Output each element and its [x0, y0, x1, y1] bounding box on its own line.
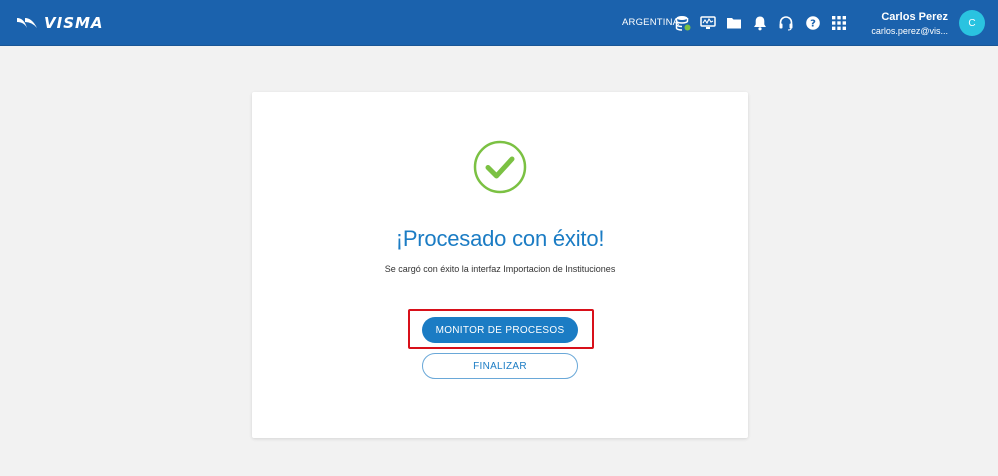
process-monitor-button[interactable]: MONITOR DE PROCESOS	[422, 317, 578, 343]
svg-text:?: ?	[810, 19, 816, 30]
visma-logo-icon	[17, 18, 37, 28]
visma-logo[interactable]: VISMA	[16, 13, 104, 33]
user-email: carlos.perez@vis...	[871, 26, 948, 36]
folder-icon[interactable]	[724, 13, 744, 33]
success-card: ¡Procesado con éxito! Se cargó con éxito…	[252, 92, 748, 438]
page-title: ¡Procesado con éxito!	[395, 226, 605, 251]
user-menu[interactable]: Carlos Perez carlos.perez@vis...	[838, 10, 948, 38]
brand-name: VISMA	[44, 14, 104, 32]
success-message: Se cargó con éxito la interfaz Importaci…	[384, 264, 616, 274]
help-icon[interactable]: ?	[803, 13, 823, 33]
country-selector[interactable]: ARGENTINA	[622, 17, 679, 28]
success-check-icon	[473, 140, 527, 194]
finish-button[interactable]: FINALIZAR	[422, 353, 578, 379]
avatar[interactable]: C	[959, 10, 985, 36]
user-name: Carlos Perez	[881, 11, 948, 23]
bell-icon[interactable]	[750, 13, 770, 33]
monitor-icon[interactable]	[698, 13, 718, 33]
top-navigation-bar: VISMA ARGENTINA ? Carlos Perez carlos.pe…	[0, 0, 998, 46]
database-icon[interactable]	[673, 13, 693, 33]
headset-icon[interactable]	[776, 13, 796, 33]
